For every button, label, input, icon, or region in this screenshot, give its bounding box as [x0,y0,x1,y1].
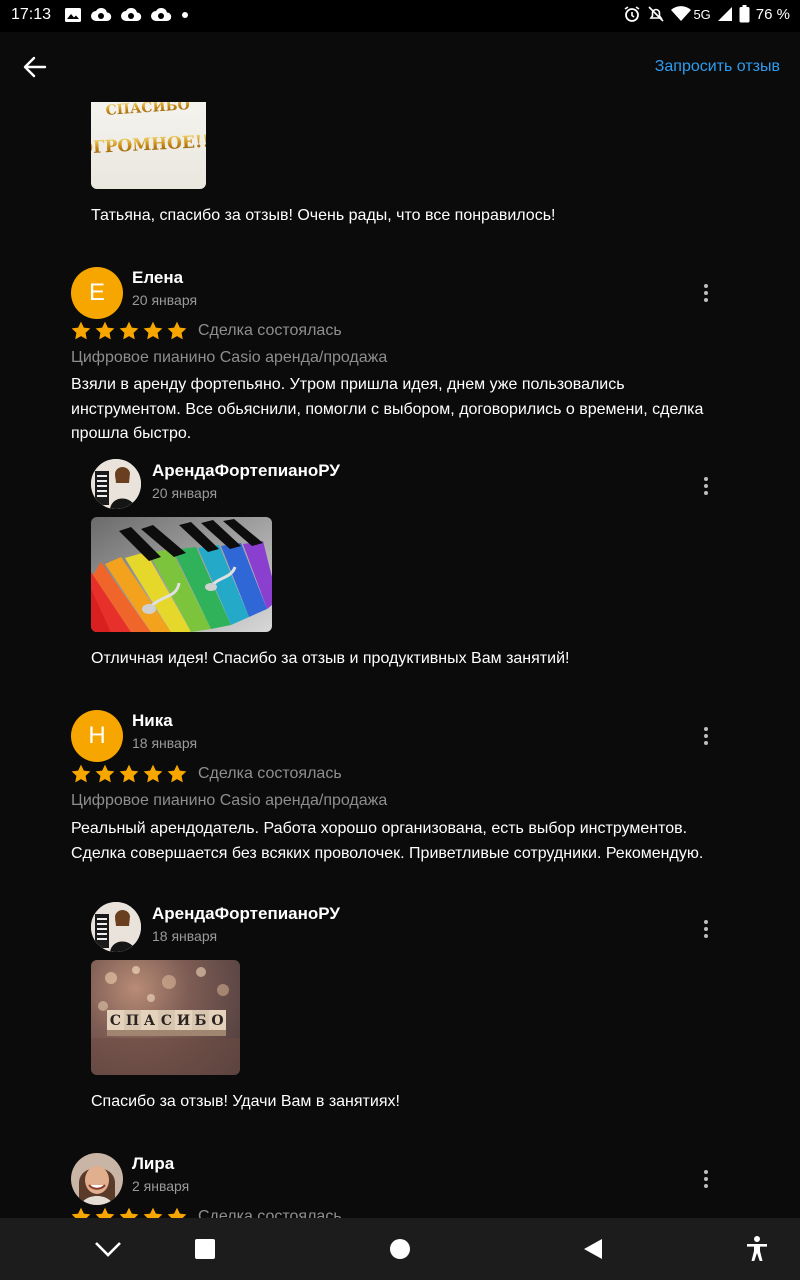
thank-you-image[interactable]: СПАСИБО ОГРОМНОЕ!!! [91,102,206,189]
review-text: Взяли в аренду фортепьяно. Утром пришла … [71,376,704,442]
status-bar: 17:13 5G 76 % [0,0,800,32]
battery-level: 76 % [755,5,790,23]
reply-date: 20 января [152,485,218,501]
reply-text: Татьяна, спасибо за отзыв! Очень рады, ч… [91,207,556,224]
deal-status: Сделка состоялась [198,765,342,782]
shop-avatar[interactable] [91,459,141,509]
svg-text:О: О [211,1013,223,1029]
svg-text:А: А [144,1013,156,1029]
star-icon [118,320,140,342]
more-options-icon[interactable] [696,724,716,748]
star-icon [94,1206,116,1218]
status-right: 5G 76 % [623,5,790,23]
wooden-blocks-graphic: С П А С И Б О [91,966,240,1075]
square-icon [195,1239,215,1259]
rating-stars [70,320,188,342]
wifi-icon [671,6,692,21]
arrow-left-icon [23,56,47,78]
avatar[interactable]: Н [71,710,123,762]
star-icon [118,763,140,785]
deal-status: Сделка состоялась [198,1208,342,1218]
nav-recents-button[interactable] [190,1234,220,1264]
nav-home-button[interactable] [385,1234,415,1264]
avatar[interactable] [71,1153,123,1205]
status-time: 17:13 [11,6,52,23]
reviewer-name[interactable]: Елена [132,268,183,288]
system-nav-bar [0,1218,800,1280]
more-options-icon[interactable] [696,474,716,498]
reply-text: Спасибо за отзыв! Удачи Вам в занятиях! [91,1093,400,1110]
svg-text:С: С [161,1013,172,1029]
reply-date: 18 января [152,928,218,944]
star-icon [142,1206,164,1218]
more-options-icon[interactable] [696,917,716,941]
dot-icon [182,12,188,18]
star-icon [70,1206,92,1218]
more-options-icon[interactable] [696,1167,716,1191]
gold-text-graphic: СПАСИБО ОГРОМНОЕ!!! [91,102,206,159]
notification-icons [64,7,190,23]
svg-text:СПАСИБО: СПАСИБО [105,102,190,119]
star-icon [142,320,164,342]
nav-accessibility-button[interactable] [742,1234,772,1264]
star-icon [166,320,188,342]
svg-text:П: П [126,1013,139,1029]
rainbow-piano-graphic [91,517,272,632]
network-type: 5G [693,6,711,22]
star-icon [166,1206,188,1218]
rating-stars [70,763,188,785]
product-link[interactable]: Цифровое пианино Casio аренда/продажа [71,792,387,810]
shop-name[interactable]: АрендаФортепианоРУ [152,461,340,481]
rating-stars [70,1206,188,1218]
back-button[interactable] [18,50,52,84]
review-date: 20 января [132,292,198,308]
svg-text:Б: Б [195,1013,207,1029]
app-bar: Запросить отзыв [0,32,800,102]
nav-back-button[interactable] [578,1234,608,1264]
image-icon [65,8,81,22]
circle-home-icon [390,1239,410,1259]
reviews-list[interactable]: СПАСИБО ОГРОМНОЕ!!! Татьяна, спасибо за … [0,102,800,1218]
nav-collapse-button[interactable] [93,1234,123,1264]
svg-text:С: С [110,1013,121,1029]
review-date: 18 января [132,735,198,751]
chevron-down-icon [95,1242,121,1257]
mute-bell-icon [648,6,665,22]
star-icon [94,763,116,785]
thank-you-blocks-image[interactable]: С П А С И Б О [91,960,240,1075]
accessibility-icon [747,1236,767,1261]
shop-avatar[interactable] [91,902,141,952]
product-link[interactable]: Цифровое пианино Casio аренда/продажа [71,349,387,367]
alarm-icon [625,6,640,22]
svg-text:И: И [177,1013,190,1029]
star-icon [70,763,92,785]
battery-icon [739,5,750,23]
reviewer-name[interactable]: Лира [132,1154,174,1174]
more-options-icon[interactable] [696,281,716,305]
star-icon [94,320,116,342]
cloud-icon [151,8,172,21]
star-icon [118,1206,140,1218]
review-text: Реальный арендодатель. Работа хорошо орг… [71,820,704,862]
reply-text: Отличная идея! Спасибо за отзыв и продук… [91,650,570,667]
cloud-icon [91,8,112,21]
request-review-button[interactable]: Запросить отзыв [655,58,780,76]
star-icon [70,320,92,342]
star-icon [166,763,188,785]
signal-icon [717,7,732,21]
star-icon [142,763,164,785]
avatar[interactable]: Е [71,267,123,319]
piano-keys-image[interactable] [91,517,272,632]
reviewer-name[interactable]: Ника [132,711,173,731]
deal-status: Сделка состоялась [198,322,342,339]
shop-name[interactable]: АрендаФортепианоРУ [152,904,340,924]
cloud-icon [121,8,142,21]
svg-text:ОГРОМНОЕ!!!: ОГРОМНОЕ!!! [91,131,206,158]
review-date: 2 января [132,1178,190,1194]
triangle-back-icon [584,1239,602,1259]
